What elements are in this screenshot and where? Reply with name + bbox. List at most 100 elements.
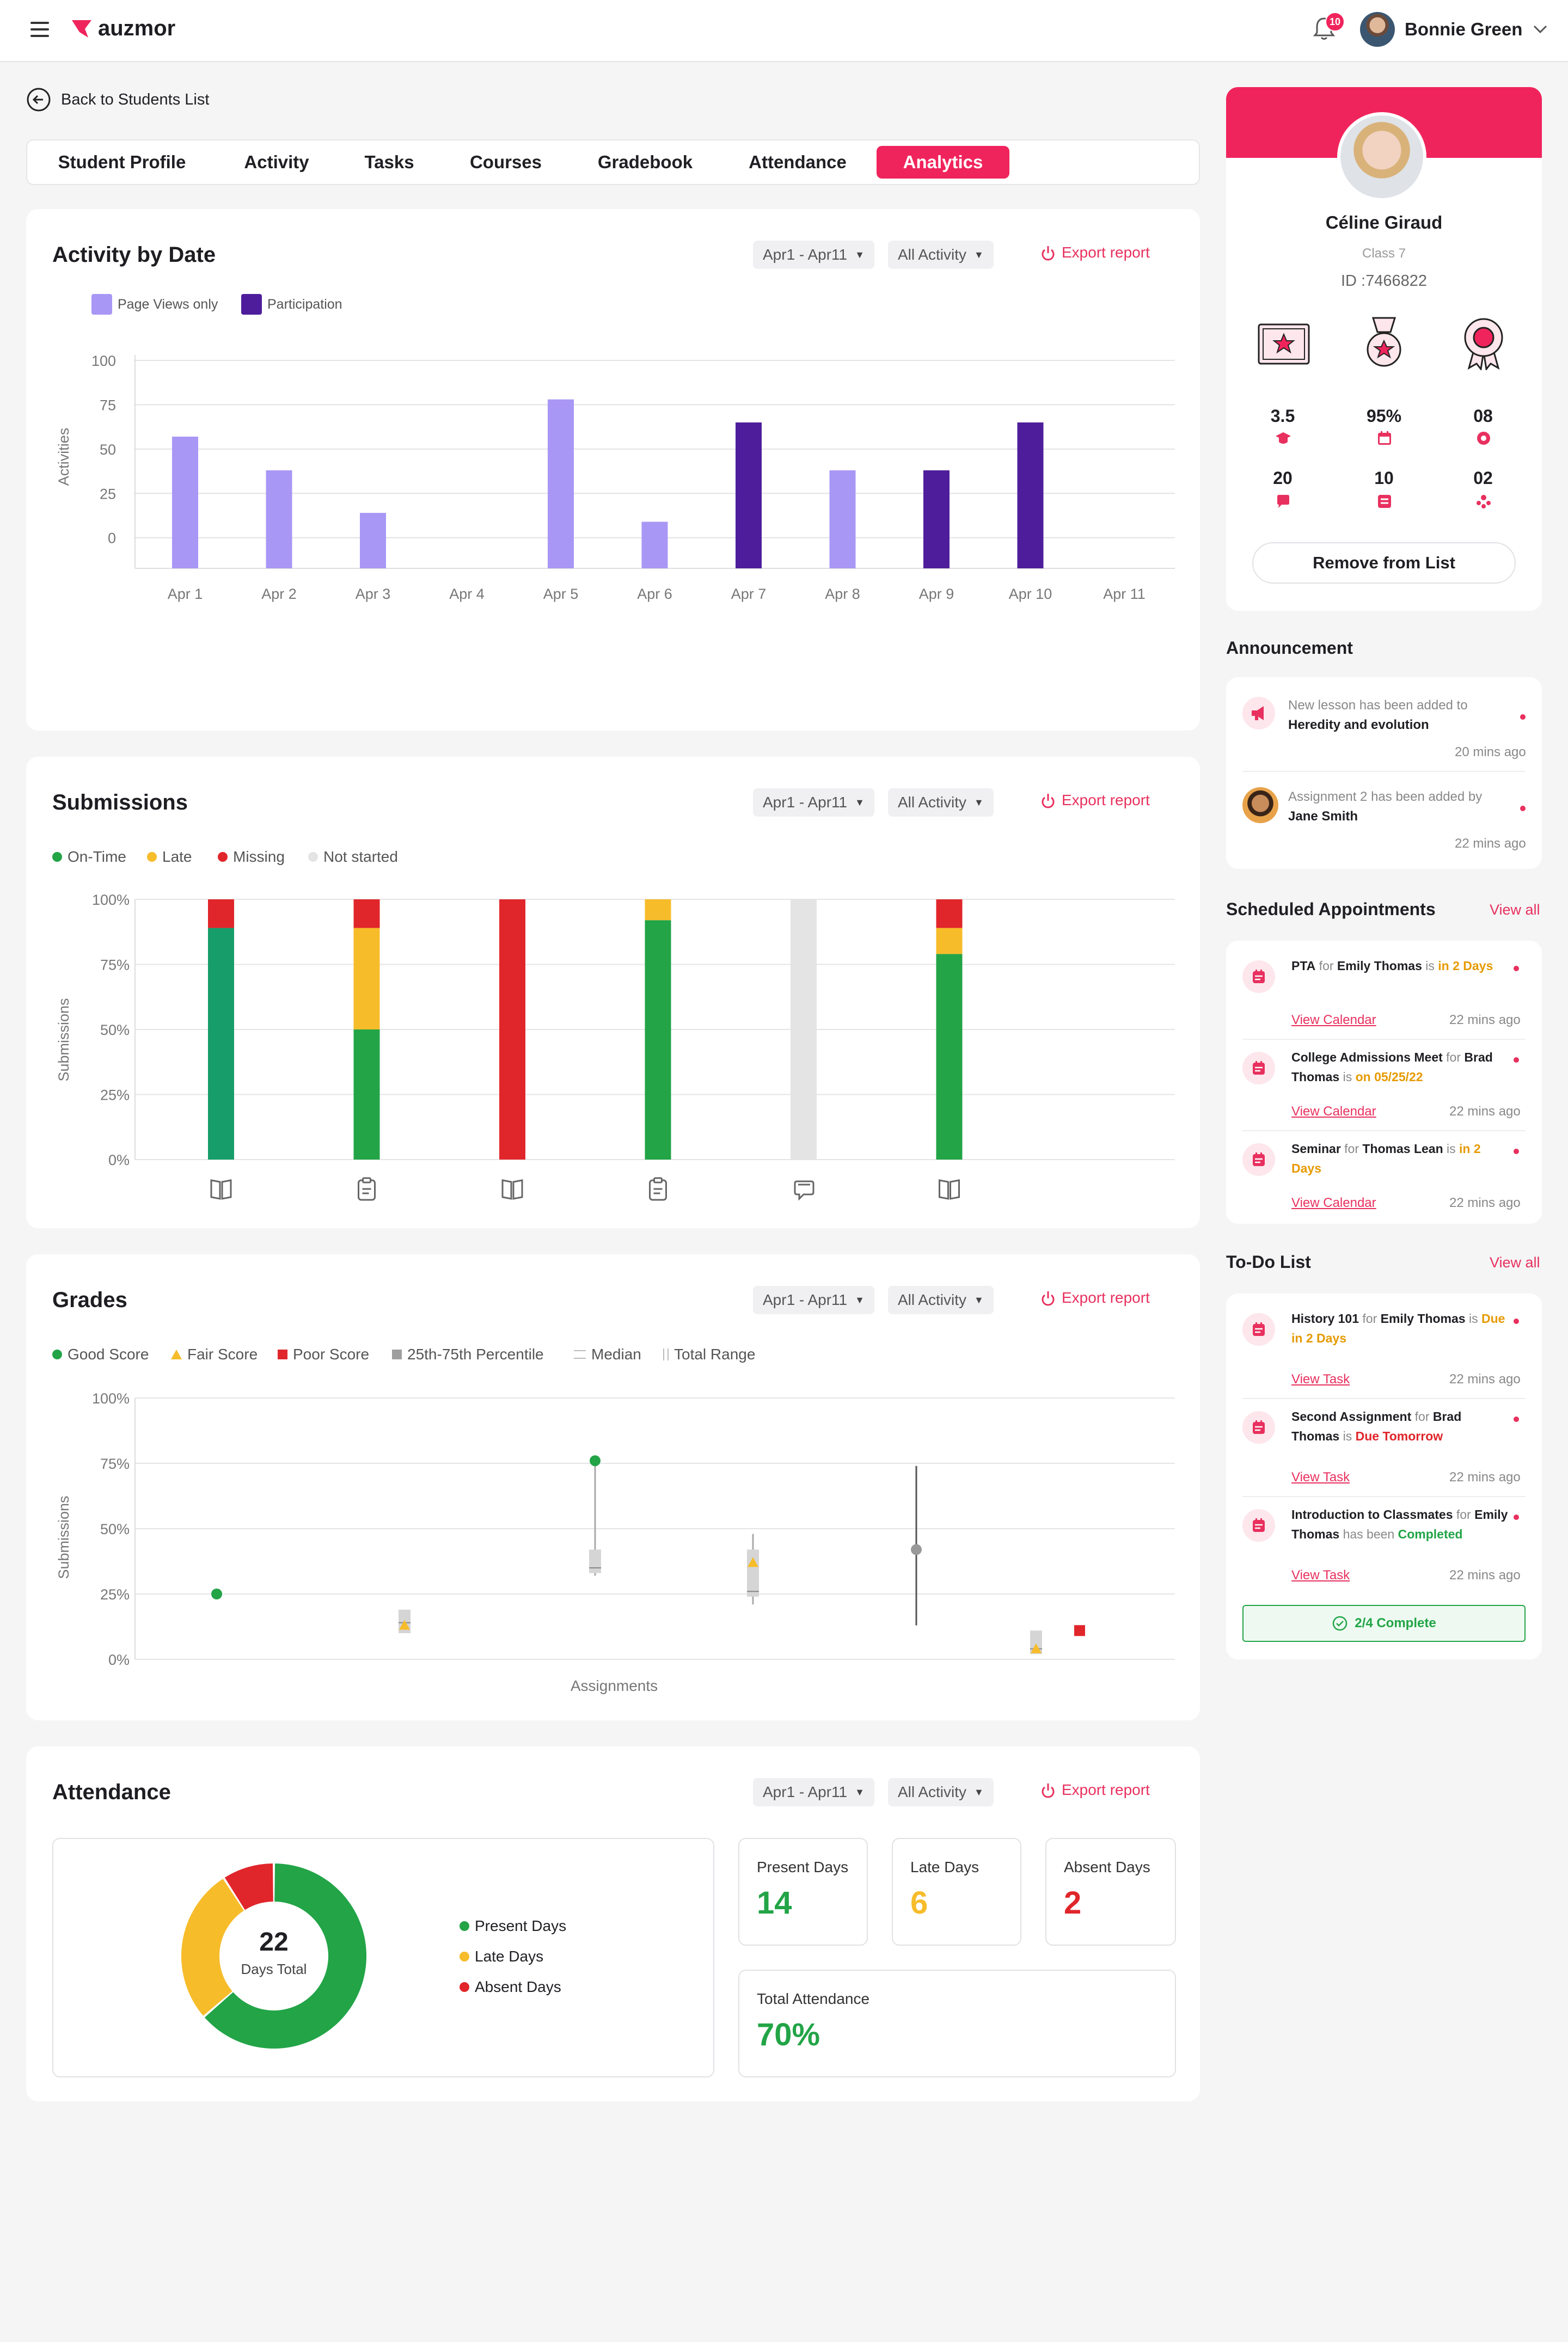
list-item[interactable]: History 101 for Emily Thomas is Due in 2… [1291,1309,1509,1348]
grades-date-dropdown[interactable]: Apr1 - Apr11 ▼ [753,1286,874,1314]
tab-analytics[interactable]: Analytics [877,146,1009,179]
list-item-text-a: History 101 [1291,1311,1359,1326]
hamburger-menu-icon[interactable] [30,22,49,37]
list-item[interactable]: Second Assignment for Brad Thomas is Due… [1291,1407,1509,1446]
attendance-filter-dropdown[interactable]: All Activity ▼ [888,1778,994,1806]
list-item-text-a: Second Assignment [1291,1409,1412,1424]
list-item-link[interactable]: View Calendar [1291,1013,1376,1028]
activity-export-button[interactable]: Export report [1040,244,1150,261]
grades-export-button[interactable]: Export report [1040,1289,1150,1307]
legend-label: Poor Score [293,1346,370,1363]
activity-date-dropdown[interactable]: Apr1 - Apr11 ▼ [753,241,874,269]
legend-dot [52,852,62,862]
y-tick-label: 100% [92,1390,130,1407]
legend-dot [460,1952,469,1961]
attendance-date-dropdown[interactable]: Apr1 - Apr11 ▼ [753,1778,874,1806]
list-item-link[interactable]: View Task [1291,1470,1350,1485]
tab-student-profile[interactable]: Student Profile [46,146,198,179]
activity-bar [172,437,198,568]
chat-icon [794,1180,814,1201]
grades-filter-dropdown[interactable]: All Activity ▼ [888,1286,994,1314]
remove-from-list-button[interactable]: Remove from List [1252,542,1516,584]
x-tick-label: Apr 3 [356,586,391,602]
y-tick-label: 100% [92,892,130,908]
award-ribbon-icon [1464,318,1503,370]
chat-icon [1277,495,1289,508]
unread-dot [1514,1149,1519,1154]
list-item-link[interactable]: View Calendar [1291,1104,1376,1119]
list-item-text-d: is [1339,1429,1356,1443]
legend-label: On-Time [68,848,126,865]
list-item-text-d: has been [1339,1527,1398,1541]
legend-participation: Participation [241,294,342,315]
activity-filter-dropdown[interactable]: All Activity ▼ [888,241,994,269]
export-label: Export report [1062,1289,1150,1306]
list-item[interactable]: Introduction to Classmates for Emily Tho… [1291,1505,1509,1544]
announcement-item-2[interactable]: Assignment 2 has been added by Jane Smit… [1288,787,1506,826]
legend-label: Page Views only [118,296,218,312]
submission-bar-segment [936,954,963,1160]
badge-icon [1477,432,1490,445]
legend-dot [147,852,157,862]
x-tick-label: Apr 5 [543,586,579,602]
total-attendance-value: 70% [757,2017,820,2052]
divider [1242,1130,1526,1131]
list-item-link[interactable]: View Task [1291,1372,1350,1387]
list-item-text-c: Emily Thomas [1337,959,1422,973]
submissions-date-dropdown[interactable]: Apr1 - Apr11 ▼ [753,788,874,817]
list-item-text-b: for [1340,1142,1363,1156]
profile-photo [1337,112,1426,201]
todo-view-all[interactable]: View all [1490,1254,1540,1271]
x-tick-label: Apr 7 [731,586,767,602]
unread-dot [1514,1417,1519,1422]
legend-total-range: Total Range [663,1346,755,1363]
legend-swatch [91,294,112,315]
caret-down-icon: ▼ [974,796,984,808]
legend-label: Present Days [475,1917,567,1934]
back-link[interactable]: Back to Students List [26,87,209,112]
list-item-link[interactable]: View Task [1291,1568,1350,1583]
list-item-text-b: for [1359,1311,1381,1326]
caret-down-icon: ▼ [855,796,865,808]
list-item[interactable]: PTA for Emily Thomas is in 2 Days [1291,956,1509,976]
list-item-time: 22 mins ago [1449,1013,1521,1027]
list-item[interactable]: Seminar for Thomas Lean is in 2 Days [1291,1139,1509,1178]
task-list-icon [1378,495,1391,508]
book-icon [501,1179,523,1200]
announcement-item-1[interactable]: New lesson has been added to Heredity an… [1288,696,1506,735]
todo-complete-button[interactable]: 2/4 Complete [1242,1605,1526,1642]
y-tick-label: 75% [100,1456,130,1472]
announcement-text: Assignment 2 has been added by [1288,789,1483,804]
percentile-box [747,1549,759,1597]
submission-bar-segment [645,899,671,921]
activity-bar [266,470,292,568]
caret-down-icon: ▼ [855,1786,865,1798]
submissions-filter-dropdown[interactable]: All Activity ▼ [888,788,994,817]
export-icon [1042,1291,1055,1306]
export-label: Export report [1062,792,1150,808]
brand-logo[interactable]: auzmor [70,16,175,41]
tab-attendance[interactable]: Attendance [738,146,857,179]
user-menu[interactable]: Bonnie Green [1360,12,1548,47]
x-tick-label: Apr 6 [637,586,672,602]
activity-chart: 100 75 50 25 0 Activities Apr 1 Apr 2 Apr 3 Apr 4… [56,353,1175,602]
list-item-link[interactable]: View Calendar [1291,1195,1376,1211]
present-days-box: Present Days 14 [738,1838,868,1946]
legend-label: Late [162,848,192,865]
list-item-text-e: Completed [1398,1527,1463,1541]
donut-total-label: Days Total [241,1961,307,1977]
list-item[interactable]: College Admissions Meet for Brad Thomas … [1291,1047,1509,1087]
attendance-export-button[interactable]: Export report [1040,1781,1150,1799]
tab-tasks[interactable]: Tasks [354,146,425,179]
list-item-time: 22 mins ago [1449,1372,1521,1387]
submissions-export-button[interactable]: Export report [1040,792,1150,809]
export-icon [1042,246,1055,261]
tab-gradebook[interactable]: Gradebook [588,146,702,179]
calendar-icon [1378,431,1391,445]
appointments-view-all[interactable]: View all [1490,902,1540,918]
notification-bell[interactable]: 10 [1312,12,1345,44]
tab-courses[interactable]: Courses [461,146,551,179]
check-circle-icon [1333,1616,1347,1631]
tab-activity[interactable]: Activity [229,146,324,179]
unread-dot [1514,1057,1519,1063]
